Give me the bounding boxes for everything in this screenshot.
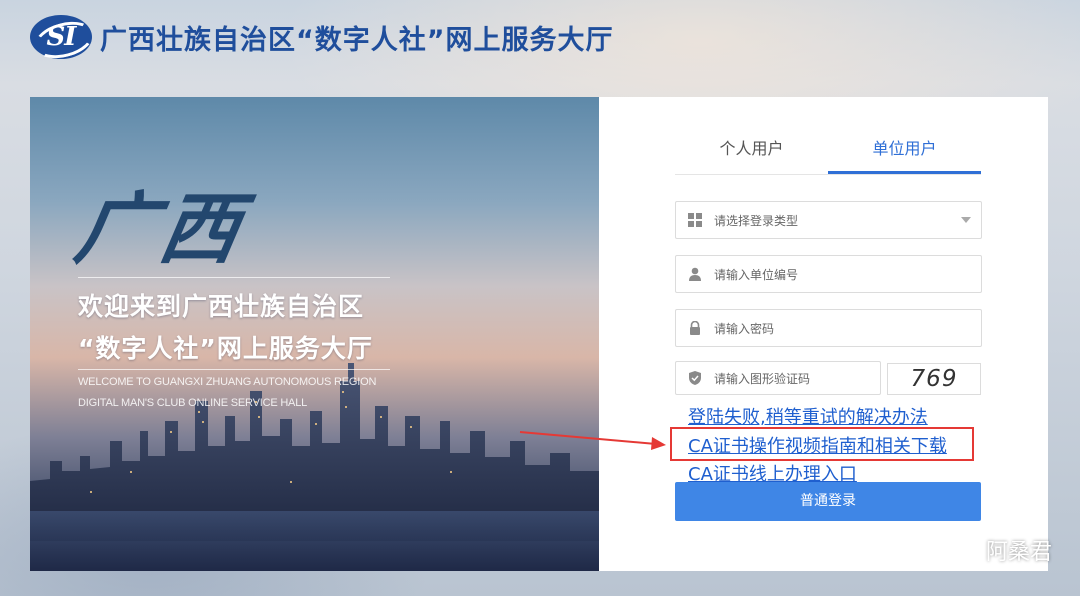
site-header: SI 广西壮族自治区“数字人社”网上服务大厅 bbox=[30, 12, 614, 62]
watermark-text: 阿桑君 bbox=[985, 540, 1052, 565]
tab-unit-user[interactable]: 单位用户 bbox=[828, 131, 981, 174]
password-input[interactable]: 请输入密码 bbox=[675, 309, 982, 347]
lock-icon bbox=[688, 321, 702, 335]
divider-bottom bbox=[78, 369, 390, 370]
captcha-placeholder: 请输入图形验证码 bbox=[714, 371, 811, 386]
shield-icon bbox=[688, 371, 702, 385]
welcome-english-line1: WELCOME TO GUANGXI ZHUANG AUTONOMOUS REG… bbox=[78, 376, 377, 388]
welcome-heading-line1: 欢迎来到广西壮族自治区 bbox=[78, 292, 365, 321]
tab-personal-user[interactable]: 个人用户 bbox=[675, 131, 828, 174]
welcome-english-line2: DIGITAL MAN'S CLUB ONLINE SERVICE HALL bbox=[78, 397, 308, 409]
welcome-heading-line2: “数字人社”网上服务大厅 bbox=[78, 334, 373, 363]
login-button[interactable]: 普通登录 bbox=[675, 482, 981, 521]
grid-icon bbox=[688, 213, 702, 227]
social-insurance-logo: SI bbox=[30, 15, 92, 59]
ca-certificate-guide-link[interactable]: CA证书操作视频指南和相关下载 bbox=[688, 432, 947, 458]
captcha-image[interactable]: 769 bbox=[887, 363, 981, 395]
unit-id-input[interactable]: 请输入单位编号 bbox=[675, 255, 982, 293]
login-panel: 个人用户 单位用户 请选择登录类型 请输入单位编号 请输入密码 请输入图形验证码… bbox=[599, 97, 1048, 571]
login-type-select[interactable]: 请选择登录类型 bbox=[675, 201, 982, 239]
unit-id-placeholder: 请输入单位编号 bbox=[714, 267, 799, 282]
watermark: 阿桑君 bbox=[950, 534, 1052, 566]
site-title: 广西壮族自治区“数字人社”网上服务大厅 bbox=[100, 24, 614, 56]
user-type-tabs: 个人用户 单位用户 bbox=[675, 131, 981, 175]
wechat-icon bbox=[951, 539, 979, 561]
divider-top bbox=[78, 277, 390, 278]
captcha-input[interactable]: 请输入图形验证码 bbox=[675, 361, 881, 395]
red-arrow-annotation bbox=[519, 431, 666, 450]
hero-calligraphy: 广西 bbox=[68, 184, 253, 275]
chevron-down-icon bbox=[961, 217, 971, 223]
user-icon bbox=[688, 267, 702, 281]
password-placeholder: 请输入密码 bbox=[714, 321, 775, 336]
login-failure-help-link[interactable]: 登陆失败,稍等重试的解决办法 bbox=[688, 403, 928, 429]
river-water bbox=[30, 511, 600, 571]
hero-banner: 广西 欢迎来到广西壮族自治区 “数字人社”网上服务大厅 WELCOME TO G… bbox=[30, 97, 600, 571]
login-type-placeholder: 请选择登录类型 bbox=[714, 213, 799, 228]
